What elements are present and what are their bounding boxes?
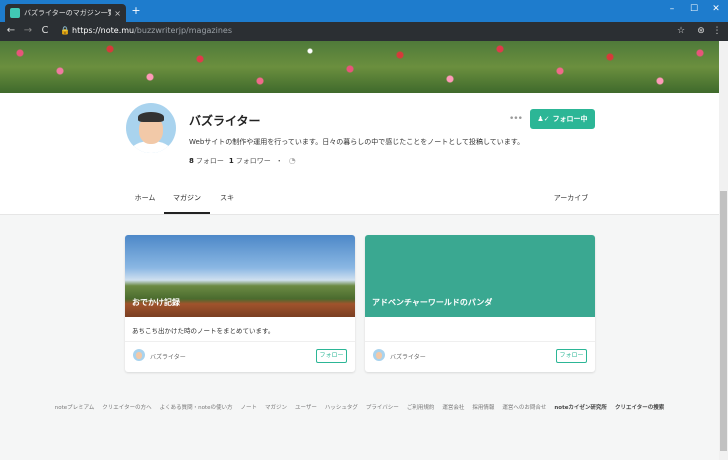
footer-link[interactable]: クリエイターの方へ xyxy=(102,403,151,411)
footer-link[interactable]: noteプレミアム xyxy=(55,403,95,411)
magazine-card[interactable]: アドベンチャーワールドのパンダ バズライター フォロー xyxy=(365,235,595,372)
browser-tab[interactable]: バズライターのマガジン一覧｜note × xyxy=(5,4,126,22)
footer-link[interactable]: 運営会社 xyxy=(442,403,464,411)
footer-link[interactable]: noteカイゼン研究所 xyxy=(554,403,607,411)
magazine-card[interactable]: おでかけ記録 あちこち出かけた時のノートをまとめています。 バズライター フォロ… xyxy=(125,235,355,372)
tab-archive[interactable]: アーカイブ xyxy=(547,186,595,214)
avatar[interactable] xyxy=(126,103,176,153)
footer-link[interactable]: ハッシュタグ xyxy=(325,403,358,411)
magazine-follow-button[interactable]: フォロー xyxy=(556,349,587,363)
more-icon[interactable]: ••• xyxy=(509,114,523,124)
url-path: /buzzwriterjp/magazines xyxy=(134,26,233,35)
follower-label[interactable]: フォロワー xyxy=(236,156,271,166)
footer-link[interactable]: ユーザー xyxy=(295,403,317,411)
tab-home[interactable]: ホーム xyxy=(126,186,164,214)
author-avatar[interactable] xyxy=(373,349,385,361)
browser-toolbar: ← → C 🔒 https://note.mu/buzzwriterjp/mag… xyxy=(0,22,728,41)
footer-link[interactable]: マガジン xyxy=(265,403,287,411)
author-name[interactable]: バズライター xyxy=(150,352,186,361)
profile-stats: 8 フォロー 1 フォロワー ・ ◔ xyxy=(189,156,297,166)
card-divider xyxy=(365,341,595,342)
card-divider xyxy=(125,341,355,342)
profile-tabs: ホーム マガジン スキ アーカイブ xyxy=(126,186,595,214)
footer-link[interactable]: 運営へのお問合せ xyxy=(502,403,546,411)
reload-icon[interactable]: C xyxy=(39,25,51,37)
minimize-button[interactable]: – xyxy=(662,2,682,16)
header-banner-image xyxy=(0,41,719,93)
page-scrollbar[interactable] xyxy=(719,41,728,460)
profile-description: Webサイトの制作や運用を行っています。日々の暮らしの中で感じたことをノートとし… xyxy=(189,138,525,146)
author-name[interactable]: バズライター xyxy=(390,352,426,361)
profile-name: バズライター xyxy=(189,114,261,128)
close-window-button[interactable]: ✕ xyxy=(706,2,726,16)
tab-likes[interactable]: スキ xyxy=(214,186,240,214)
footer-links: noteプレミアム クリエイターの方へ よくある質問・noteの使い方 ノート … xyxy=(0,403,719,411)
footer-link[interactable]: ご利用規約 xyxy=(407,403,435,411)
footer-link[interactable]: プライバシー xyxy=(366,403,399,411)
author-avatar[interactable] xyxy=(133,349,145,361)
magazine-description: あちこち出かけた時のノートをまとめています。 xyxy=(132,327,275,335)
menu-icon[interactable]: ⋮ xyxy=(711,25,723,37)
forward-icon[interactable]: → xyxy=(22,25,34,37)
magazine-list-area: おでかけ記録 あちこち出かけた時のノートをまとめています。 バズライター フォロ… xyxy=(0,214,719,460)
scrollbar-thumb[interactable] xyxy=(720,191,727,451)
footer-link[interactable]: クリエイターの捜索 xyxy=(615,403,664,411)
lock-icon: 🔒 xyxy=(60,26,70,35)
tab-title: バズライターのマガジン一覧｜note xyxy=(24,9,112,17)
note-favicon-icon xyxy=(10,8,20,18)
maximize-button[interactable]: ☐ xyxy=(684,2,704,16)
footer-link[interactable]: よくある質問・noteの使い方 xyxy=(160,403,233,411)
tab-magazines[interactable]: マガジン xyxy=(164,186,210,214)
magazine-title[interactable]: アドベンチャーワールドのパンダ xyxy=(372,297,492,308)
back-icon[interactable]: ← xyxy=(5,25,17,37)
url-host: https://note.mu xyxy=(72,26,135,35)
magazine-title[interactable]: おでかけ記録 xyxy=(132,297,180,308)
page-content: バズライター ••• ♟✓ フォロー中 Webサイトの制作や運用を行っています。… xyxy=(0,41,719,460)
footer-link[interactable]: 採用情報 xyxy=(472,403,494,411)
user-check-icon: ♟✓ xyxy=(537,115,550,123)
following-count[interactable]: 8 xyxy=(189,157,194,165)
star-icon[interactable]: ☆ xyxy=(675,25,687,37)
extension-icon[interactable]: ⊛ xyxy=(695,25,707,37)
footer-link[interactable]: ノート xyxy=(240,403,257,411)
rss-icon[interactable]: ◔ xyxy=(289,157,297,165)
stats-separator: ・ xyxy=(275,157,283,165)
follower-count[interactable]: 1 xyxy=(229,157,234,165)
tab-close-icon[interactable]: × xyxy=(114,9,121,18)
following-label[interactable]: フォロー xyxy=(196,156,224,166)
browser-tabbar: バズライターのマガジン一覧｜note × + – ☐ ✕ xyxy=(0,0,728,22)
new-tab-button[interactable]: + xyxy=(130,5,142,17)
address-bar[interactable]: https://note.mu/buzzwriterjp/magazines xyxy=(72,25,232,37)
magazine-follow-button[interactable]: フォロー xyxy=(316,349,347,363)
following-button-label: フォロー中 xyxy=(552,115,588,123)
following-button[interactable]: ♟✓ フォロー中 xyxy=(530,109,595,129)
